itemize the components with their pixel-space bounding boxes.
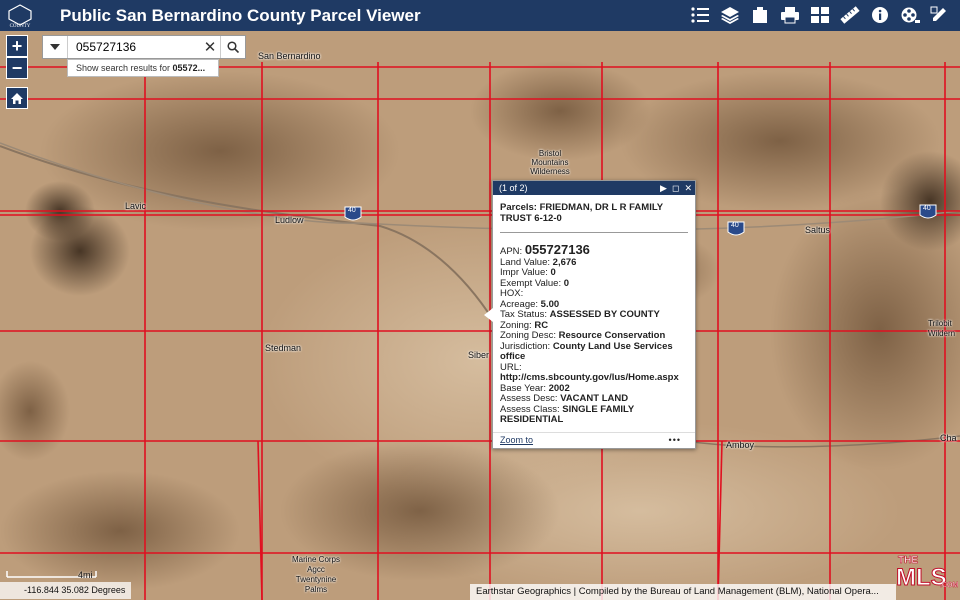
apn-value: 055727136 <box>524 242 590 257</box>
zoom-in-button[interactable]: + <box>6 35 28 57</box>
satellite-basemap <box>0 31 960 600</box>
measure-icon[interactable] <box>838 3 862 27</box>
place-label-amboy: Amboy <box>726 440 755 450</box>
attribute-label: Acreage: <box>500 298 539 310</box>
suggestion-term: 05572... <box>172 63 206 73</box>
popup-content: Parcels: FRIEDMAN, DR L R FAMILY TRUST 6… <box>493 195 695 428</box>
attribute-value: 0 <box>550 267 556 278</box>
next-feature-icon[interactable]: ▶ <box>660 181 667 195</box>
apn-label: APN: <box>500 246 523 257</box>
basemap-gallery-icon[interactable] <box>808 3 832 27</box>
suggestion-prefix: Show search results for <box>76 63 173 73</box>
attribute-label: Assess Class: <box>500 403 560 415</box>
attribute-label: HOX: <box>500 288 524 299</box>
attribute-value: 0 <box>563 277 570 289</box>
attribute-label: Zoning Desc: <box>500 330 556 341</box>
mls-watermark-logo: THE MLS .COM <box>896 555 959 591</box>
place-label-lavic: Lavic <box>125 201 147 211</box>
close-icon[interactable]: ✕ <box>684 181 692 195</box>
place-label-chambless: Cha <box>940 433 957 443</box>
home-button[interactable] <box>6 87 28 109</box>
county-logo: COUNTY <box>0 0 40 31</box>
place-label-stedman: Stedman <box>265 343 302 353</box>
popup-pointer <box>484 308 493 322</box>
scale-label: 4mi <box>78 570 93 580</box>
attribute-row: URL: http://cms.sbcounty.gov/lus/Home.as… <box>500 361 688 384</box>
divider <box>500 232 688 233</box>
attribute-value: 2,676 <box>552 256 577 268</box>
zoom-to-link[interactable]: Zoom to <box>500 435 533 445</box>
attribute-list: Land Value: 2,676 Impr Value: 0 Exempt Val… <box>500 256 688 426</box>
info-icon[interactable] <box>868 3 892 27</box>
popup-header: (1 of 2) ▶ ◻ ✕ <box>493 181 695 195</box>
attribute-label: Land Value: <box>500 256 551 268</box>
popup-title: Parcels: FRIEDMAN, DR L R FAMILY TRUST 6… <box>500 202 663 224</box>
attribute-label: Impr Value: <box>500 267 548 278</box>
interstate-label: 40 <box>348 207 356 214</box>
attribute-label: Assess Desc: <box>500 393 558 404</box>
app-header: COUNTY Public San Bernardino County Parc… <box>0 0 960 31</box>
interstate-label: 40 <box>923 205 931 212</box>
place-label-siber: Siber <box>468 350 490 360</box>
attribute-label: Exempt Value: <box>500 277 562 289</box>
logo-text: COUNTY <box>10 24 31 29</box>
attribute-label: Tax Status: <box>500 309 547 320</box>
search-widget: 055727136 ✕ <box>42 35 246 59</box>
layers-icon[interactable] <box>718 3 742 27</box>
place-label-marine-corps: Marine Corps Agcc Twentynine Palms <box>291 555 340 594</box>
attribute-label: Base Year: <box>500 382 546 394</box>
place-label-trilobite: Trilobit Wildern <box>928 319 956 338</box>
popup-counter: (1 of 2) <box>499 183 528 193</box>
film-icon[interactable] <box>898 3 922 27</box>
interstate-label: 40 <box>731 222 739 229</box>
clear-search-button[interactable]: ✕ <box>200 38 220 56</box>
place-label-bristol: Bristol Mountains Wilderness <box>530 149 570 176</box>
page-title: Public San Bernardino County Parcel View… <box>60 5 421 25</box>
search-button[interactable] <box>220 36 245 58</box>
attribute-row: Assess Class: SINGLE FAMILY RESIDENTIAL <box>500 403 688 426</box>
search-input[interactable]: 055727136 <box>68 40 200 54</box>
place-label-saltus: Saltus <box>805 225 831 235</box>
search-suggestion[interactable]: Show search results for 05572... <box>67 59 219 77</box>
zoom-out-button[interactable]: − <box>6 57 28 79</box>
svg-text:.COM: .COM <box>940 582 958 589</box>
parcel-popup: (1 of 2) ▶ ◻ ✕ Parcels: FRIEDMAN, DR L R… <box>484 180 696 449</box>
maximize-icon[interactable]: ◻ <box>672 181 679 195</box>
home-icon <box>11 92 23 104</box>
attribute-value: RC <box>534 319 549 331</box>
map-attribution: Earthstar Geographics | Compiled by the … <box>470 584 896 600</box>
print-icon[interactable] <box>778 3 802 27</box>
bookmark-icon[interactable] <box>748 3 772 27</box>
attribute-value: 2002 <box>548 382 570 394</box>
place-label-san-bernardino: San Bernardino <box>258 51 321 61</box>
coordinate-readout: -116.844 35.082 Degrees <box>0 582 132 599</box>
search-icon <box>227 41 239 53</box>
caret-down-icon <box>50 44 60 50</box>
more-actions-icon[interactable]: ••• <box>669 433 681 447</box>
attribute-label: Jurisdiction: <box>500 340 551 352</box>
attribute-label: URL: <box>500 361 522 373</box>
search-source-dropdown[interactable] <box>43 36 68 58</box>
attribute-value: Resource Conservation <box>558 330 666 341</box>
map-view[interactable]: San Bernardino Lavic Ludlow Bristol Moun… <box>0 31 960 600</box>
attribute-value: http://cms.sbcounty.gov/lus/Home.aspx <box>500 372 679 383</box>
attribute-row: Jurisdiction: County Land Use Services o… <box>500 340 688 363</box>
attribute-row: Exempt Value: 0 <box>500 277 688 290</box>
place-label-ludlow: Ludlow <box>275 215 304 225</box>
attribute-value: ASSESSED BY COUNTY <box>549 309 660 320</box>
edit-icon[interactable] <box>928 3 952 27</box>
attribute-label: Zoning: <box>500 319 532 331</box>
legend-icon[interactable] <box>688 3 712 27</box>
popup-footer: Zoom to ••• <box>493 432 695 448</box>
attribute-value: 5.00 <box>540 298 560 310</box>
attribute-value: VACANT LAND <box>560 393 629 404</box>
